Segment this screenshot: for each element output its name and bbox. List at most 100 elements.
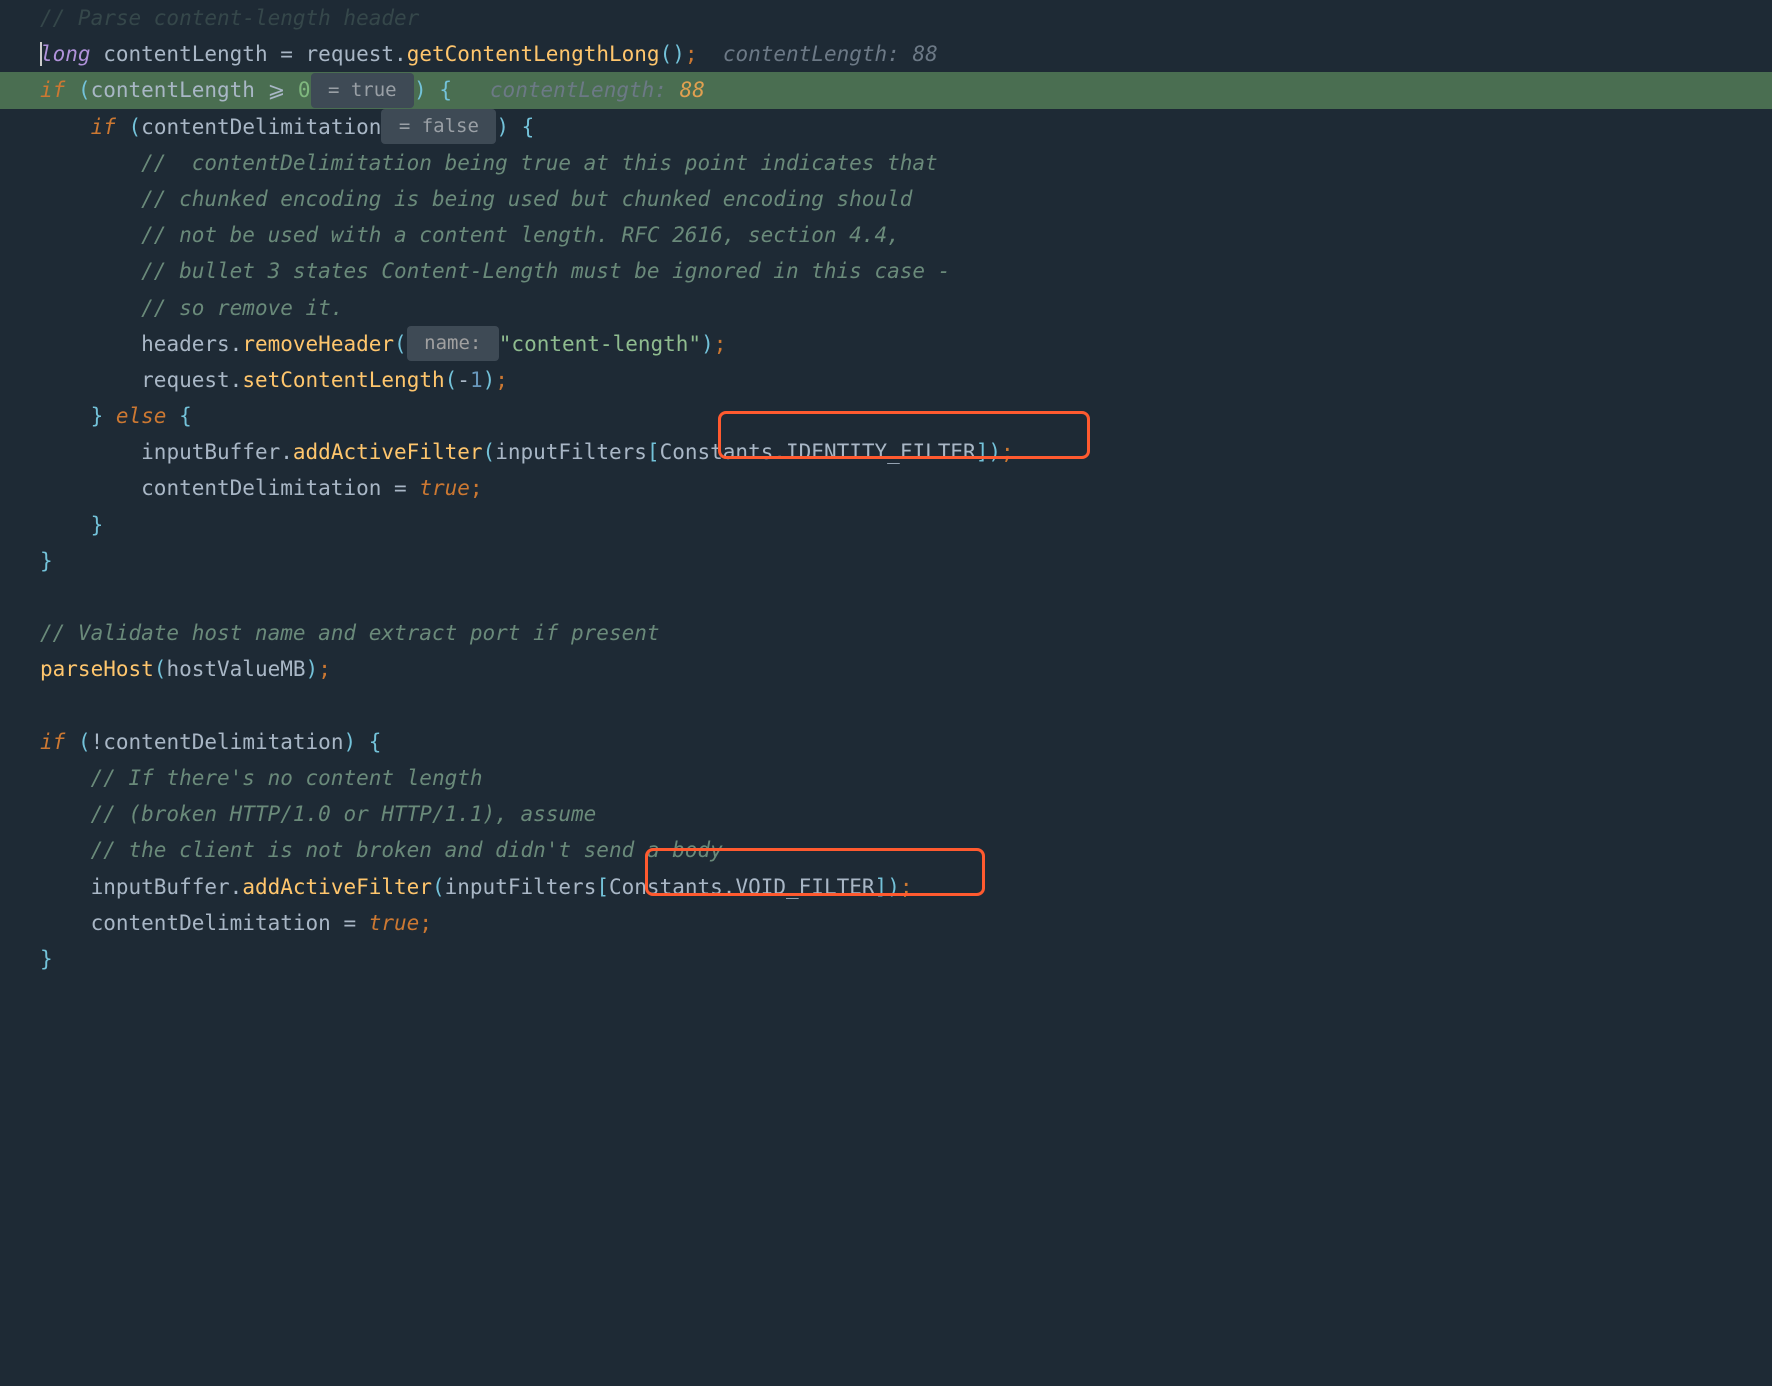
comment: // not be used with a content length. RF… bbox=[141, 217, 900, 253]
code-line[interactable]: // bullet 3 states Content-Length must b… bbox=[0, 253, 1772, 289]
semicolon: ; bbox=[714, 326, 727, 362]
code-line[interactable]: request.setContentLength(-1); bbox=[0, 362, 1772, 398]
method-call[interactable]: setContentLength bbox=[242, 362, 444, 398]
comment: // contentDelimitation being true at thi… bbox=[141, 145, 938, 181]
constant[interactable]: IDENTITY_FILTER bbox=[786, 434, 976, 470]
method-call[interactable]: getContentLengthLong bbox=[407, 36, 660, 72]
code-line[interactable]: } bbox=[0, 543, 1772, 579]
boolean-literal: true bbox=[419, 470, 470, 506]
code-line[interactable]: // Validate host name and extract port i… bbox=[0, 615, 1772, 651]
paren: ( bbox=[445, 362, 458, 398]
operator: - bbox=[457, 362, 470, 398]
paren: ) bbox=[414, 72, 439, 108]
brace: } bbox=[91, 398, 104, 434]
code-line[interactable] bbox=[0, 688, 1772, 724]
string-literal: "content-length" bbox=[499, 326, 701, 362]
paren: ( bbox=[65, 72, 90, 108]
inline-hint-value: 88 bbox=[680, 72, 705, 108]
paren: ( bbox=[432, 869, 445, 905]
brace: { bbox=[439, 72, 452, 108]
number-literal: 0 bbox=[298, 72, 311, 108]
method-call[interactable]: addActiveFilter bbox=[242, 869, 432, 905]
paren: ) bbox=[306, 651, 319, 687]
bracket: [ bbox=[647, 434, 660, 470]
parens: () bbox=[660, 36, 685, 72]
paren: ) bbox=[988, 434, 1001, 470]
code-line-highlighted[interactable]: if (contentLength ⩾ 0 = true ) { content… bbox=[0, 72, 1772, 108]
paren: ) bbox=[483, 362, 496, 398]
code-line[interactable]: contentDelimitation = true; bbox=[0, 470, 1772, 506]
paren: ( bbox=[65, 724, 90, 760]
identifier: request bbox=[306, 36, 395, 72]
operator: = bbox=[280, 36, 305, 72]
code-editor[interactable]: // Parse content-length header long cont… bbox=[0, 0, 1772, 977]
code-line[interactable]: } else { bbox=[0, 398, 1772, 434]
code-line[interactable]: parseHost(hostValueMB); bbox=[0, 651, 1772, 687]
semicolon: ; bbox=[470, 470, 483, 506]
paren: ) bbox=[496, 109, 521, 145]
identifier: inputFilters bbox=[495, 434, 647, 470]
code-line[interactable]: if (!contentDelimitation) { bbox=[0, 724, 1772, 760]
inline-hint-value: 88 bbox=[912, 36, 937, 72]
identifier: contentLength bbox=[91, 72, 268, 108]
code-line[interactable]: } bbox=[0, 941, 1772, 977]
brace: } bbox=[40, 543, 53, 579]
code-line[interactable]: // Parse content-length header bbox=[0, 0, 1772, 36]
keyword-if: if bbox=[91, 109, 116, 145]
brace: { bbox=[369, 724, 382, 760]
semicolon: ; bbox=[900, 869, 913, 905]
brace: } bbox=[91, 507, 104, 543]
identifier: hostValueMB bbox=[166, 651, 305, 687]
operator: = bbox=[343, 905, 368, 941]
comment: // Parse content-length header bbox=[40, 0, 419, 36]
method-call[interactable]: parseHost bbox=[40, 651, 154, 687]
code-line[interactable]: // contentDelimitation being true at thi… bbox=[0, 145, 1772, 181]
brace: } bbox=[40, 941, 53, 977]
dot: . bbox=[394, 36, 407, 72]
class-ref[interactable]: Constants bbox=[609, 869, 723, 905]
type-keyword: long bbox=[40, 36, 91, 72]
dot: . bbox=[230, 362, 243, 398]
code-line[interactable]: contentDelimitation = true; bbox=[0, 905, 1772, 941]
keyword-if: if bbox=[40, 72, 65, 108]
paren: ( bbox=[116, 109, 141, 145]
paren: ( bbox=[483, 434, 496, 470]
code-line[interactable]: // (broken HTTP/1.0 or HTTP/1.1), assume bbox=[0, 796, 1772, 832]
code-line[interactable]: headers.removeHeader( name: "content-len… bbox=[0, 326, 1772, 362]
class-ref[interactable]: Constants bbox=[660, 434, 774, 470]
code-line[interactable]: long contentLength = request.getContentL… bbox=[0, 36, 1772, 72]
method-call[interactable]: addActiveFilter bbox=[293, 434, 483, 470]
paren: ) bbox=[887, 869, 900, 905]
paren: ( bbox=[154, 651, 167, 687]
paren: ) bbox=[701, 326, 714, 362]
code-line[interactable]: } bbox=[0, 507, 1772, 543]
number-literal: 1 bbox=[470, 362, 483, 398]
bracket: [ bbox=[596, 869, 609, 905]
code-line[interactable]: inputBuffer.addActiveFilter(inputFilters… bbox=[0, 434, 1772, 470]
code-line[interactable]: // so remove it. bbox=[0, 290, 1772, 326]
code-line[interactable]: if (contentDelimitation = false ) { bbox=[0, 109, 1772, 145]
identifier: inputFilters bbox=[445, 869, 597, 905]
keyword-else: else bbox=[103, 398, 179, 434]
code-line[interactable]: inputBuffer.addActiveFilter(inputFilters… bbox=[0, 869, 1772, 905]
identifier: inputBuffer bbox=[141, 434, 280, 470]
code-line[interactable]: // the client is not broken and didn't s… bbox=[0, 832, 1772, 868]
identifier: request bbox=[141, 362, 230, 398]
semicolon: ; bbox=[495, 362, 508, 398]
bracket: ] bbox=[875, 869, 888, 905]
code-line[interactable]: // chunked encoding is being used but ch… bbox=[0, 181, 1772, 217]
brace: { bbox=[522, 109, 535, 145]
code-line[interactable]: // not be used with a content length. RF… bbox=[0, 217, 1772, 253]
comment: // bullet 3 states Content-Length must b… bbox=[141, 253, 950, 289]
dot: . bbox=[230, 326, 243, 362]
inline-eval-badge: = true bbox=[311, 73, 415, 108]
semicolon: ; bbox=[685, 36, 698, 72]
code-line[interactable] bbox=[0, 579, 1772, 615]
method-call[interactable]: removeHeader bbox=[242, 326, 394, 362]
code-line[interactable]: // If there's no content length bbox=[0, 760, 1772, 796]
param-name-hint: name: bbox=[407, 326, 499, 361]
comment: // Validate host name and extract port i… bbox=[40, 615, 660, 651]
constant[interactable]: VOID_FILTER bbox=[735, 869, 874, 905]
identifier: contentLength bbox=[91, 36, 281, 72]
inline-eval-badge: = false bbox=[381, 109, 496, 144]
